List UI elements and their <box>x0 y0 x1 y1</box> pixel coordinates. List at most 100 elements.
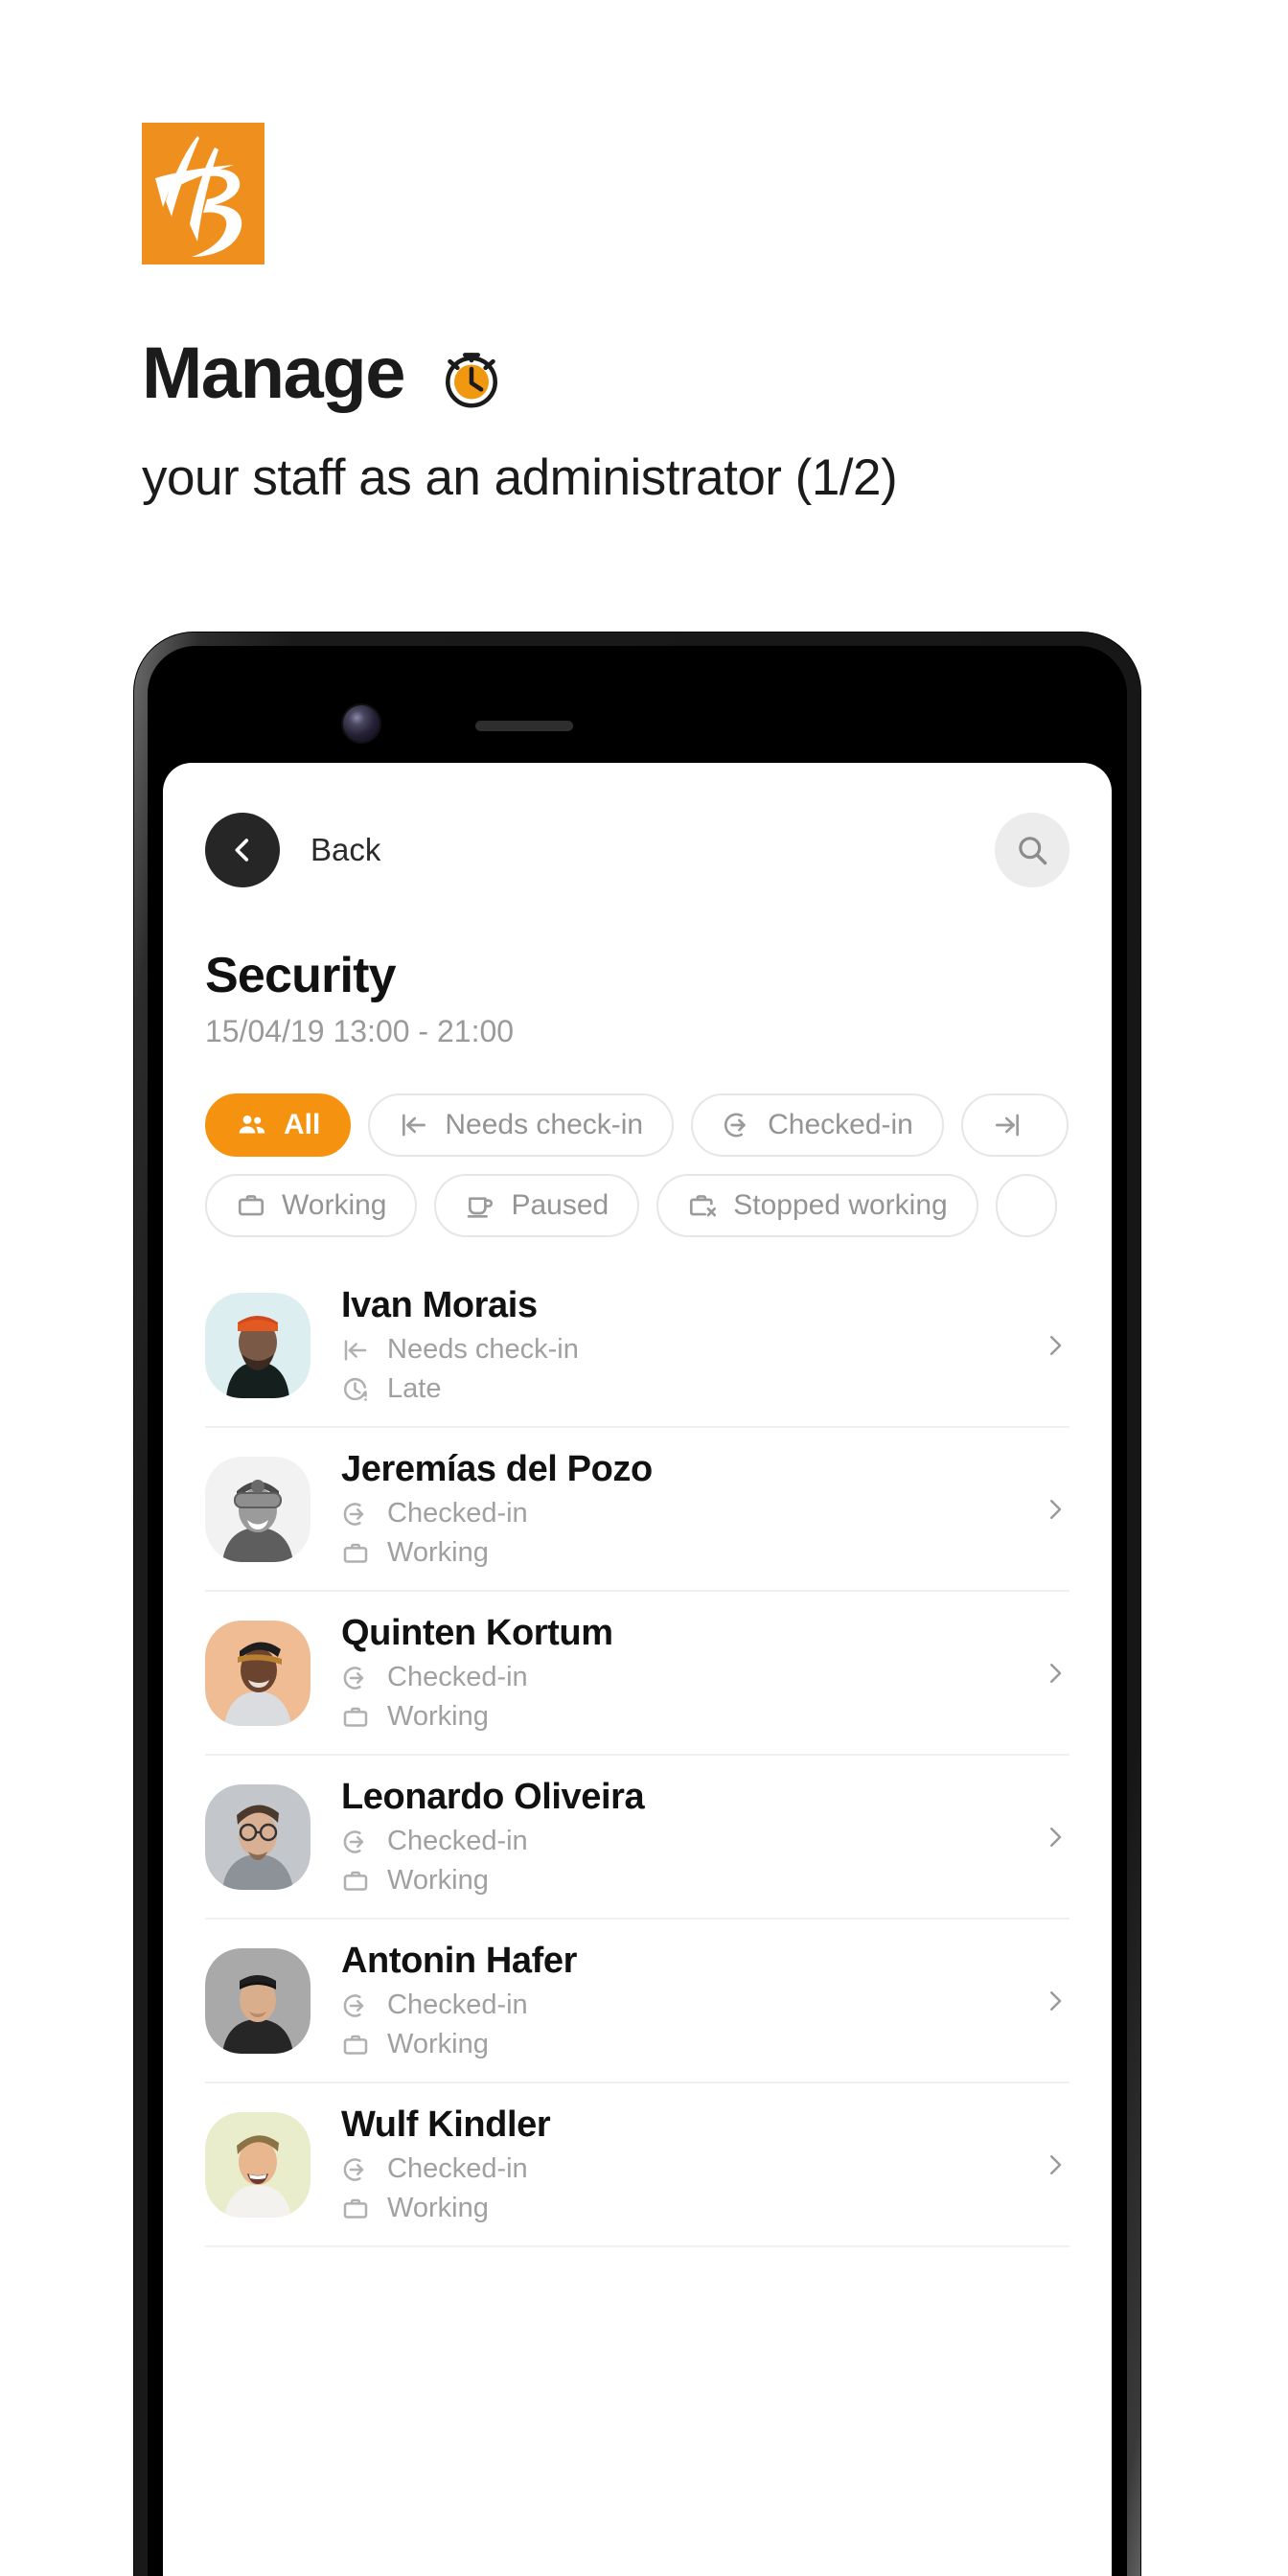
avatar <box>205 1783 310 1890</box>
staff-name: Ivan Morais <box>341 1285 538 1325</box>
filter-chip-overflow[interactable] <box>995 1174 1057 1237</box>
briefcase-icon <box>343 1871 368 1891</box>
status-line: Checked-in <box>341 1990 1029 2021</box>
row-body: Leonardo Oliveira Checked-in Working <box>341 1777 1029 1897</box>
filter-chip-working-label: Working <box>282 1189 387 1221</box>
filter-chip-row-1: All Needs check-in Checked-in <box>205 1093 1070 1157</box>
circle-arrow-in-icon <box>343 1502 364 1526</box>
staff-name: Wulf Kindler <box>341 2104 551 2145</box>
phone-mockup: Back Security 15/04/19 13:00 - 21:00 All… <box>134 632 1140 2576</box>
avatar <box>205 2111 310 2218</box>
status-line: Working <box>341 1701 1029 1733</box>
status-label: Working <box>387 1537 489 1568</box>
arrow-to-bar-left-icon <box>344 1339 367 1361</box>
circle-arrow-in-icon <box>343 1829 364 1853</box>
back-button[interactable] <box>205 813 280 887</box>
row-body: Wulf Kindler Checked-in Working <box>341 2104 1029 2224</box>
filter-chip-all[interactable]: All <box>205 1093 352 1157</box>
circle-arrow-in-icon <box>343 2157 364 2181</box>
staff-list: Ivan Morais Needs check-in Late Jeremías… <box>205 1264 1070 2247</box>
headline-text: Manage <box>142 333 405 414</box>
chevron-left-icon <box>235 839 249 862</box>
table-row[interactable]: Quinten Kortum Checked-in Working <box>205 1592 1070 1756</box>
status-line: Checked-in <box>341 2153 1029 2185</box>
status-line: Working <box>341 1865 1029 1897</box>
status-label: Working <box>387 2193 489 2223</box>
filter-chip-stopped-working-label: Stopped working <box>733 1189 948 1221</box>
filter-chip-all-label: All <box>284 1109 321 1140</box>
filter-chip-checked-in-label: Checked-in <box>768 1109 913 1140</box>
avatar <box>205 1292 310 1398</box>
circle-arrow-in-icon <box>343 1993 364 2017</box>
coffee-cup-icon <box>468 1197 494 1218</box>
chevron-right-icon <box>1050 1990 1062 2011</box>
page-title: Security <box>205 948 397 1003</box>
status-line: Working <box>341 2193 1029 2224</box>
row-body: Antonin Hafer Checked-in Working <box>341 1941 1029 2060</box>
table-row[interactable]: Jeremías del Pozo Checked-in Working <box>205 1428 1070 1592</box>
briefcase-icon <box>343 2035 368 2055</box>
back-label: Back <box>310 832 381 867</box>
filter-chip-paused-label: Paused <box>511 1189 610 1221</box>
filter-chip-row-2: Working Paused Stopped working <box>205 1174 1070 1237</box>
alarm-clock-icon <box>445 353 497 408</box>
row-body: Quinten Kortum Checked-in Working <box>341 1613 1029 1733</box>
status-line: Checked-in <box>341 1826 1029 1857</box>
app-screen: Back Security 15/04/19 13:00 - 21:00 All… <box>163 763 1112 2576</box>
app-top-bar: Back <box>205 813 1070 887</box>
table-row[interactable]: Leonardo Oliveira Checked-in Working <box>205 1756 1070 1920</box>
status-line: Working <box>341 2029 1029 2060</box>
table-row[interactable]: Ivan Morais Needs check-in Late <box>205 1264 1070 1428</box>
status-label: Checked-in <box>387 2153 528 2184</box>
staff-name: Jeremías del Pozo <box>341 1449 653 1489</box>
hb-logo <box>142 123 264 264</box>
status-label: Needs check-in <box>387 1334 579 1365</box>
filter-chip-working[interactable]: Working <box>205 1174 418 1237</box>
front-camera-icon <box>343 705 380 742</box>
shift-time: 15/04/19 13:00 - 21:00 <box>205 1014 515 1048</box>
status-label: Checked-in <box>387 1990 528 2020</box>
status-line: Needs check-in <box>341 1334 1029 1366</box>
table-row[interactable]: Wulf Kindler Checked-in Working <box>205 2083 1070 2247</box>
arrow-to-bar-right-icon <box>995 1114 1019 1137</box>
status-label: Checked-in <box>387 1826 528 1856</box>
chevron-right-icon <box>1050 1335 1062 1355</box>
chevron-right-icon <box>1050 2154 1062 2174</box>
status-label: Working <box>387 2029 489 2059</box>
search-button[interactable] <box>995 813 1070 887</box>
staff-name: Leonardo Oliveira <box>341 1777 645 1817</box>
filter-chip-needs-check-in[interactable]: Needs check-in <box>368 1093 675 1157</box>
avatar <box>205 1456 310 1562</box>
briefcase-x-icon <box>690 1195 717 1217</box>
status-line: Checked-in <box>341 1498 1029 1530</box>
status-line: Late <box>341 1373 1029 1405</box>
arrow-to-bar-left-icon <box>402 1114 426 1137</box>
filter-chip-needs-check-in-label: Needs check-in <box>445 1109 644 1140</box>
promo-page: Manage your staff as an administrator (1… <box>0 0 1288 2576</box>
row-body: Jeremías del Pozo Checked-in Working <box>341 1449 1029 1569</box>
table-row[interactable]: Antonin Hafer Checked-in Working <box>205 1920 1070 2083</box>
staff-name: Antonin Hafer <box>341 1941 578 1981</box>
filter-chip-checked-in[interactable]: Checked-in <box>691 1093 944 1157</box>
status-label: Working <box>387 1865 489 1896</box>
status-label: Working <box>387 1701 489 1732</box>
circle-arrow-in-icon <box>724 1113 746 1138</box>
filter-chip-stopped-working[interactable]: Stopped working <box>656 1174 978 1237</box>
filter-chip-checked-out[interactable] <box>960 1093 1069 1157</box>
staff-name: Quinten Kortum <box>341 1613 613 1653</box>
filter-chip-group: All Needs check-in Checked-in Working Pa… <box>205 1093 1070 1237</box>
filter-chip-paused[interactable]: Paused <box>434 1174 640 1237</box>
clock-alert-icon <box>343 1377 367 1401</box>
chevron-right-icon <box>1050 1827 1062 1847</box>
row-body: Ivan Morais Needs check-in Late <box>341 1285 1029 1405</box>
chevron-right-icon <box>1050 1499 1062 1519</box>
search-icon <box>1019 837 1047 865</box>
briefcase-icon <box>343 1543 368 1563</box>
circle-arrow-in-icon <box>343 1666 364 1690</box>
subheadline: your staff as an administrator (1/2) <box>142 449 898 506</box>
status-line: Working <box>341 1537 1029 1569</box>
briefcase-icon <box>343 1707 368 1727</box>
briefcase-icon <box>238 1195 264 1216</box>
briefcase-icon <box>343 2198 368 2219</box>
status-label: Checked-in <box>387 1662 528 1692</box>
